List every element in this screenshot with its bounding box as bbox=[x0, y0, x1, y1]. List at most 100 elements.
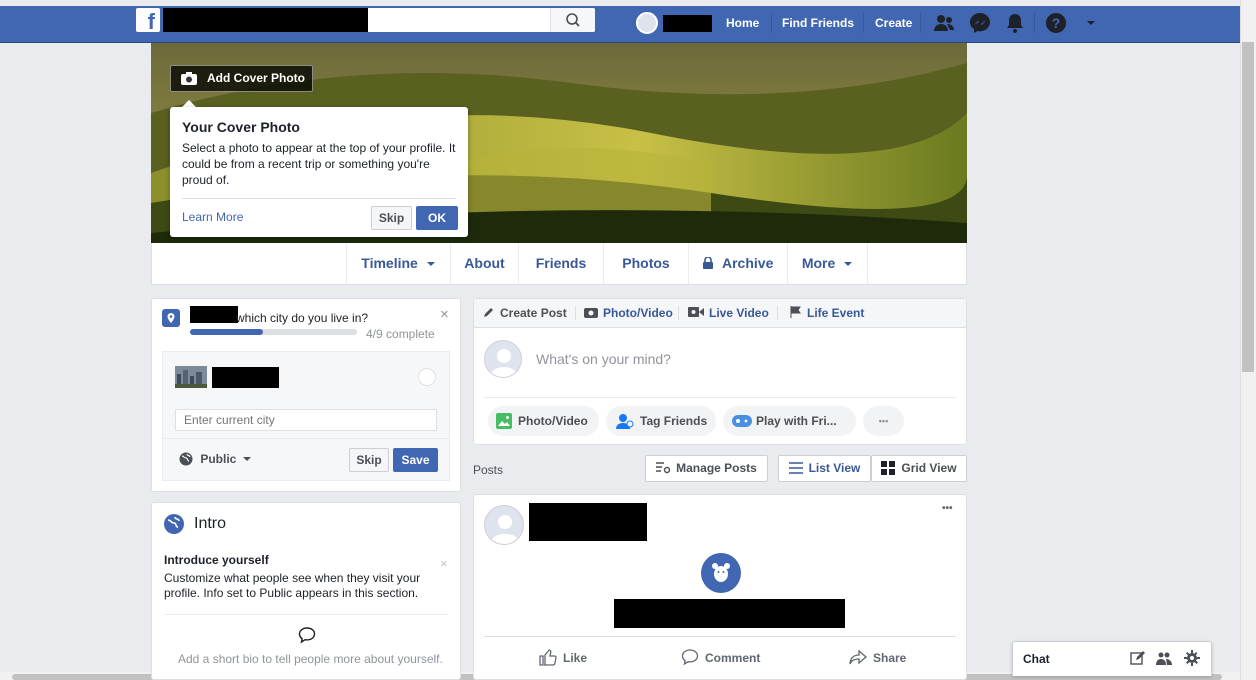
search-redacted-text bbox=[163, 8, 368, 32]
tab-timeline[interactable]: Timeline bbox=[346, 243, 450, 285]
post-options-button[interactable]: ••• bbox=[942, 503, 953, 514]
chevron-down-icon bbox=[844, 262, 853, 267]
location-pin-icon bbox=[162, 309, 180, 327]
share-button[interactable]: Share bbox=[849, 648, 906, 666]
tag-friends-icon bbox=[616, 414, 634, 429]
composer-separator bbox=[777, 306, 778, 320]
tag-friends-pill-label: Tag Friends bbox=[640, 414, 708, 428]
camera-icon bbox=[584, 308, 598, 318]
notifications-bell-icon[interactable] bbox=[1003, 11, 1027, 35]
nav-separator bbox=[771, 13, 772, 33]
photo-video-label: Photo/Video bbox=[603, 306, 673, 320]
live-video-label: Live Video bbox=[709, 306, 769, 320]
more-options-pill-button[interactable]: ••• bbox=[863, 406, 904, 436]
posts-label: Posts bbox=[473, 463, 504, 477]
nav-home-link[interactable]: Home bbox=[726, 13, 759, 33]
composer-divider bbox=[484, 397, 956, 398]
tab-archive[interactable]: Archive bbox=[688, 243, 787, 285]
svg-text:?: ? bbox=[1052, 15, 1061, 31]
post-actions-divider bbox=[484, 636, 956, 637]
post-content-redacted bbox=[614, 599, 845, 628]
intro-description: Customize what people see when they visi… bbox=[164, 571, 421, 600]
flag-icon bbox=[790, 306, 801, 318]
share-label: Share bbox=[873, 651, 907, 665]
close-icon[interactable]: × bbox=[440, 556, 448, 571]
tooltip-ok-button[interactable]: OK bbox=[416, 206, 458, 230]
learn-more-link[interactable]: Learn More bbox=[182, 210, 243, 224]
thumbs-up-icon bbox=[539, 649, 557, 666]
vertical-scrollbar-thumb[interactable] bbox=[1242, 42, 1254, 372]
tooltip-title: Your Cover Photo bbox=[182, 119, 300, 135]
play-with-friends-pill-button[interactable]: Play with Fri... bbox=[723, 406, 856, 436]
chat-label[interactable]: Chat bbox=[1023, 652, 1050, 666]
list-view-button[interactable]: List View bbox=[778, 455, 871, 482]
composer-separator bbox=[575, 306, 576, 320]
chevron-down-icon bbox=[242, 457, 251, 462]
manage-posts-button[interactable]: Manage Posts bbox=[645, 455, 768, 482]
profile-avatar[interactable] bbox=[636, 12, 658, 34]
current-city-input[interactable] bbox=[175, 409, 437, 431]
bear-icon bbox=[712, 563, 730, 582]
tab-friends[interactable]: Friends bbox=[518, 243, 603, 285]
messenger-icon[interactable] bbox=[968, 11, 992, 35]
grid-view-label: Grid View bbox=[901, 461, 957, 475]
game-controller-icon bbox=[732, 415, 752, 427]
city-thumbnail bbox=[175, 366, 207, 388]
account-dropdown-chevron-icon[interactable] bbox=[1085, 19, 1097, 27]
intro-divider bbox=[164, 614, 448, 615]
like-button[interactable]: Like bbox=[539, 648, 587, 666]
composer-avatar bbox=[484, 340, 522, 378]
bio-hint-text[interactable]: Add a short bio to tell people more abou… bbox=[178, 652, 443, 666]
search-icon bbox=[566, 13, 580, 27]
globe-icon bbox=[164, 514, 184, 534]
grid-view-icon bbox=[881, 461, 896, 475]
share-icon bbox=[849, 649, 867, 665]
friend-requests-icon[interactable] bbox=[932, 11, 956, 35]
add-cover-photo-button[interactable]: Add Cover Photo bbox=[170, 65, 313, 92]
grid-view-button[interactable]: Grid View bbox=[871, 455, 967, 482]
lock-icon bbox=[702, 256, 713, 269]
new-message-icon[interactable] bbox=[1130, 651, 1145, 666]
photo-video-tab[interactable]: Photo/Video bbox=[584, 306, 673, 320]
nav-create-link[interactable]: Create bbox=[875, 13, 912, 33]
post-author-avatar[interactable] bbox=[484, 505, 524, 545]
create-group-icon[interactable] bbox=[1156, 651, 1172, 666]
create-post-label: Create Post bbox=[500, 306, 567, 320]
privacy-selector[interactable]: Public bbox=[179, 452, 251, 466]
post-author-redacted[interactable] bbox=[529, 503, 647, 541]
tag-friends-pill-button[interactable]: Tag Friends bbox=[606, 406, 716, 436]
photo-video-pill-button[interactable]: Photo/Video bbox=[488, 406, 599, 436]
search-button[interactable] bbox=[550, 8, 595, 32]
close-icon[interactable]: × bbox=[440, 306, 449, 323]
tab-about[interactable]: About bbox=[450, 243, 518, 285]
live-video-tab[interactable]: Live Video bbox=[688, 306, 769, 320]
like-label: Like bbox=[563, 651, 588, 665]
help-icon[interactable]: ? bbox=[1044, 11, 1068, 35]
life-event-tab[interactable]: Life Event bbox=[790, 306, 864, 320]
composer-input[interactable]: What's on your mind? bbox=[536, 351, 671, 367]
tab-timeline-label: Timeline bbox=[361, 255, 418, 271]
tab-archive-label: Archive bbox=[722, 255, 774, 271]
live-video-icon bbox=[688, 307, 704, 317]
city-select-radio[interactable] bbox=[418, 368, 436, 386]
list-view-label: List View bbox=[808, 461, 861, 475]
settings-gear-icon[interactable] bbox=[1184, 650, 1200, 666]
create-post-tab[interactable]: Create Post bbox=[483, 306, 567, 320]
introduce-yourself-heading: Introduce yourself bbox=[164, 553, 269, 567]
comment-button[interactable]: Comment bbox=[681, 648, 760, 666]
speech-bubble-icon[interactable] bbox=[298, 626, 316, 644]
privacy-label: Public bbox=[200, 452, 237, 466]
nav-separator bbox=[1034, 13, 1035, 33]
nav-find-friends-link[interactable]: Find Friends bbox=[782, 13, 854, 33]
city-save-button[interactable]: Save bbox=[393, 448, 438, 472]
photo-video-pill-label: Photo/Video bbox=[518, 414, 588, 428]
tab-more[interactable]: More bbox=[787, 243, 868, 285]
photo-icon bbox=[496, 413, 512, 429]
tab-photos[interactable]: Photos bbox=[603, 243, 688, 285]
progress-fill bbox=[190, 329, 263, 335]
facebook-logo[interactable]: f bbox=[136, 8, 160, 32]
tooltip-skip-button[interactable]: Skip bbox=[371, 206, 412, 230]
list-view-icon bbox=[788, 462, 803, 474]
city-skip-button[interactable]: Skip bbox=[349, 448, 389, 472]
profile-name-redacted[interactable] bbox=[663, 15, 712, 32]
